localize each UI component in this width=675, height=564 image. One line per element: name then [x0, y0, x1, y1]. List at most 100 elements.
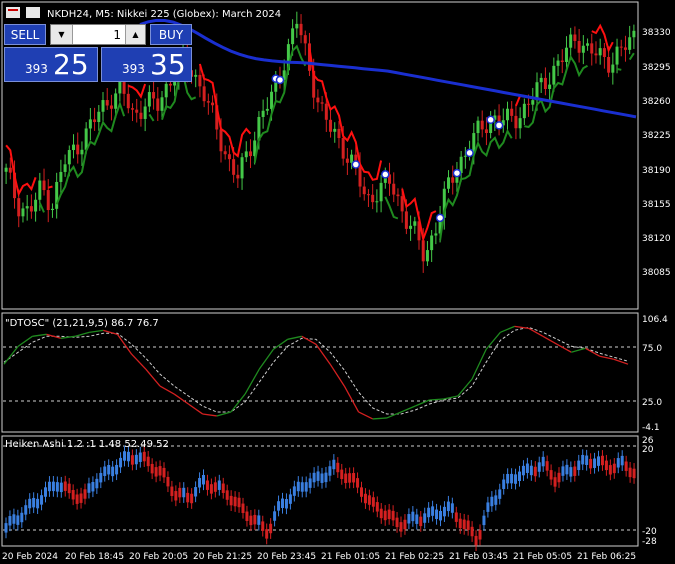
- candle-body: [577, 40, 581, 53]
- ha-bar: [482, 515, 486, 526]
- candle-body: [76, 144, 80, 155]
- ha-bar: [233, 496, 237, 507]
- candle-body: [362, 186, 366, 195]
- candle-body: [552, 65, 556, 85]
- ha-bar: [253, 514, 257, 525]
- lot-increase-button[interactable]: ▲: [125, 25, 145, 44]
- trail-segment: [38, 202, 45, 213]
- one-click-trading-panel: SELL ▼ ▲ BUY 393 25 393 35: [4, 23, 192, 84]
- ha-bar: [83, 489, 87, 499]
- ha-bar: [529, 465, 533, 476]
- candle-body: [375, 201, 379, 203]
- ha-bar: [300, 482, 304, 492]
- ha-bar: [442, 506, 446, 517]
- ha-bar: [277, 501, 281, 511]
- osc-main-segment: [202, 413, 217, 417]
- candle-body: [510, 108, 514, 116]
- ha-bar: [608, 465, 612, 475]
- candle-body: [324, 103, 328, 120]
- candle-body: [131, 108, 135, 110]
- lot-size-input[interactable]: [73, 25, 125, 44]
- osc-main-segment: [343, 385, 360, 413]
- ha-bar: [59, 482, 63, 493]
- chart-canvas[interactable]: NKDH24, M5: Nikkei 225 (Globex): March 2…: [0, 0, 675, 564]
- candle-body: [413, 221, 417, 226]
- ha-bar: [431, 506, 435, 516]
- ha-bar: [312, 472, 316, 483]
- candle-body: [463, 155, 467, 157]
- candle-body: [430, 235, 434, 251]
- ha-bar: [55, 482, 59, 492]
- ha-bar: [537, 462, 541, 472]
- ha-bar: [115, 464, 119, 475]
- symbol-icon-stripe: [8, 9, 18, 11]
- candle-body: [223, 151, 227, 155]
- time-tick-2: 20 Feb 20:05: [129, 552, 188, 562]
- candle-body: [396, 194, 400, 197]
- buy-price-button[interactable]: 393 35: [101, 47, 192, 82]
- ha-bar: [32, 497, 36, 508]
- ha-bar: [632, 468, 636, 479]
- candle-body: [586, 43, 590, 46]
- ha-bar: [320, 473, 324, 483]
- candle-body: [615, 46, 619, 65]
- ha-bar: [525, 463, 529, 473]
- candle-body: [50, 208, 54, 211]
- candle-body: [341, 138, 345, 159]
- ha-bar: [281, 498, 284, 508]
- ha-bar: [166, 476, 170, 487]
- ha-bar: [498, 489, 502, 499]
- osc-main-segment: [613, 358, 629, 365]
- ha-bar: [249, 515, 253, 526]
- ha-bar: [154, 467, 158, 477]
- candle-body: [539, 77, 543, 83]
- candle-body: [105, 100, 109, 106]
- buy-button[interactable]: BUY: [150, 24, 192, 45]
- time-tick-1: 20 Feb 18:45: [65, 552, 124, 562]
- ha-bar: [565, 464, 569, 475]
- lot-decrease-button[interactable]: ▼: [51, 25, 73, 44]
- ha-bar: [458, 518, 462, 529]
- candle-body: [126, 93, 130, 109]
- candle-body: [139, 112, 143, 119]
- ha-bar: [292, 486, 296, 496]
- sell-price-pips: 25: [53, 48, 89, 81]
- ha-bar: [395, 517, 399, 528]
- sell-button[interactable]: SELL: [4, 24, 46, 45]
- candle-body: [168, 83, 172, 86]
- sell-price-button[interactable]: 393 25: [4, 47, 98, 82]
- ha-bar: [581, 454, 585, 465]
- candle-body: [295, 23, 299, 29]
- candle-body: [206, 101, 210, 103]
- ha-bar: [245, 511, 249, 521]
- ha-bar: [284, 499, 288, 509]
- candle-body: [594, 53, 598, 56]
- ha-tick-1: 20: [642, 445, 654, 455]
- ha-bar: [47, 481, 51, 492]
- osc-level-lines: [3, 346, 637, 402]
- candle-body: [628, 37, 632, 50]
- candle-body: [135, 109, 139, 113]
- ha-bar: [435, 509, 439, 520]
- candle-body: [261, 110, 265, 117]
- ha-bar: [478, 530, 482, 540]
- ha-bar: [4, 523, 8, 533]
- candle-body: [379, 182, 383, 202]
- ha-bar: [182, 487, 186, 498]
- signal-dot: [381, 170, 390, 179]
- candle-body: [564, 47, 568, 62]
- candle-body: [299, 23, 303, 36]
- ha-bar: [624, 461, 628, 471]
- lot-stepper: ▼ ▲: [50, 24, 146, 45]
- ha-bar: [411, 511, 415, 522]
- candle-body: [72, 144, 76, 151]
- ha-bar: [391, 510, 395, 521]
- ha-bar: [198, 478, 202, 488]
- candle-body: [476, 120, 480, 134]
- ha-tick-2: -20: [642, 527, 657, 537]
- ha-bar: [379, 508, 383, 519]
- ha-bar: [518, 471, 521, 482]
- ha-bar: [375, 502, 379, 512]
- candle-body: [17, 198, 21, 217]
- candle-body: [194, 74, 198, 77]
